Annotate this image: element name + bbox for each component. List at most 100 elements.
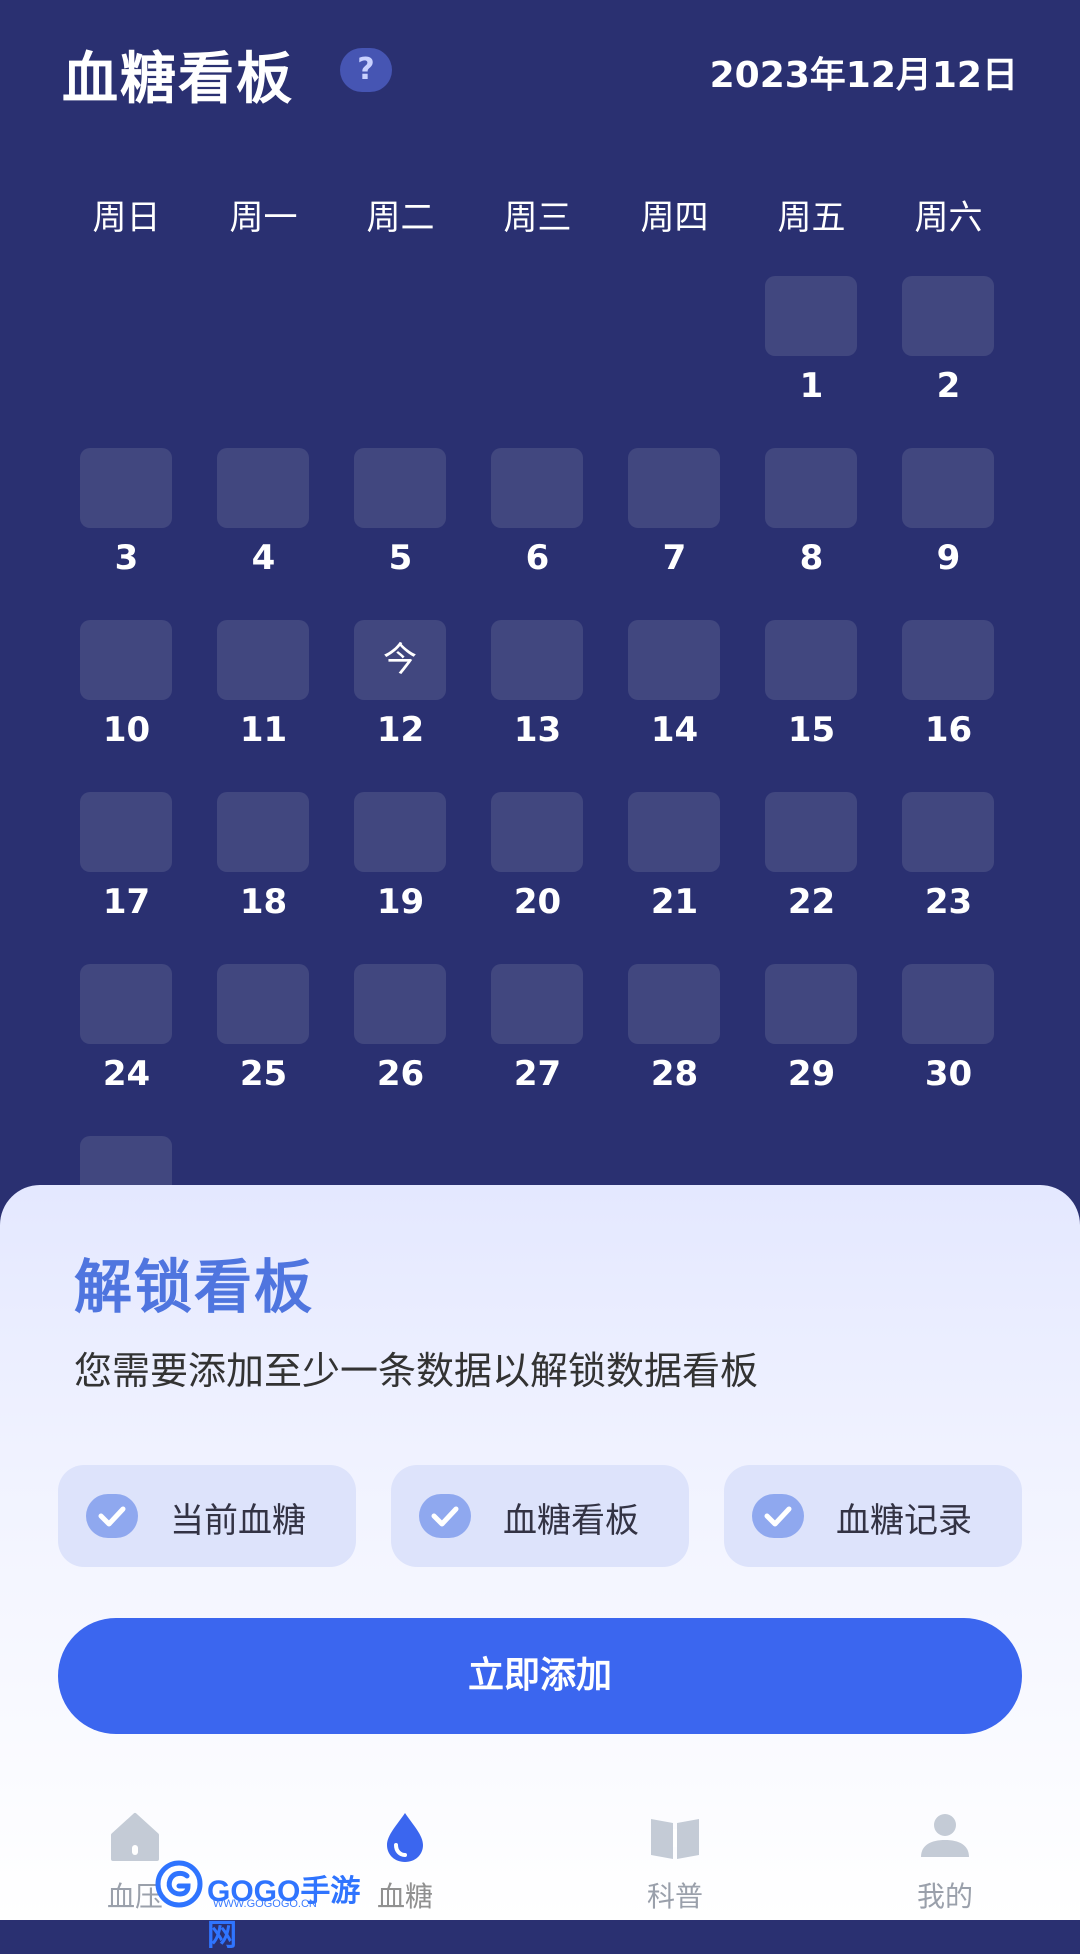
calendar-day[interactable]: 29	[743, 958, 880, 1128]
day-number: 14	[650, 710, 699, 750]
day-number: 26	[376, 1054, 425, 1094]
calendar-day[interactable]: 7	[606, 442, 743, 612]
unlock-title: 解锁看板	[74, 1253, 315, 1321]
day-indicator-box[interactable]	[628, 620, 720, 700]
day-number: 5	[388, 538, 413, 578]
add-now-button[interactable]: 立即添加	[58, 1618, 1022, 1734]
calendar-day[interactable]: 28	[606, 958, 743, 1128]
user-icon	[915, 1807, 975, 1867]
day-indicator-box[interactable]	[765, 448, 857, 528]
day-number: 29	[787, 1054, 836, 1094]
calendar-day[interactable]: 3	[58, 442, 195, 612]
day-indicator-box[interactable]	[902, 276, 994, 356]
tab-science[interactable]: 科普	[605, 1775, 745, 1920]
calendar-day[interactable]: 19	[332, 786, 469, 956]
check-circle-icon	[86, 1494, 138, 1538]
day-number: 13	[513, 710, 562, 750]
day-indicator-box[interactable]	[491, 448, 583, 528]
day-indicator-box[interactable]	[80, 448, 172, 528]
weekday-wed: 周三	[503, 198, 572, 238]
calendar-day[interactable]: 4	[195, 442, 332, 612]
calendar-day[interactable]: 今 12	[332, 614, 469, 784]
day-indicator-box[interactable]	[217, 964, 309, 1044]
calendar-day[interactable]: 11	[195, 614, 332, 784]
calendar-day[interactable]: 13	[469, 614, 606, 784]
day-indicator-box[interactable]	[628, 448, 720, 528]
day-indicator-box[interactable]	[354, 448, 446, 528]
day-indicator-box[interactable]	[80, 792, 172, 872]
calendar-day[interactable]: 27	[469, 958, 606, 1128]
day-indicator-box[interactable]	[491, 792, 583, 872]
day-number: 18	[239, 882, 288, 922]
calendar-day[interactable]: 5	[332, 442, 469, 612]
day-number: 12	[376, 710, 425, 750]
day-indicator-box[interactable]	[765, 964, 857, 1044]
watermark-text: GOGO手游网	[207, 1875, 361, 1952]
day-indicator-box[interactable]	[902, 620, 994, 700]
tab-label: 科普	[646, 1880, 703, 1913]
calendar-day[interactable]: 25	[195, 958, 332, 1128]
day-indicator-box[interactable]	[765, 620, 857, 700]
page-title: 血糖看板	[62, 47, 294, 112]
day-indicator-box[interactable]	[765, 276, 857, 356]
drop-icon	[375, 1807, 435, 1867]
calendar-day[interactable]: 15	[743, 614, 880, 784]
weekday-sat: 周六	[914, 198, 983, 238]
calendar-day[interactable]: 2	[880, 270, 1017, 440]
day-indicator-box[interactable]	[628, 964, 720, 1044]
tab-mine[interactable]: 我的	[875, 1775, 1015, 1920]
day-number: 1	[799, 366, 824, 406]
day-indicator-box[interactable]	[217, 448, 309, 528]
check-circle-icon	[752, 1494, 804, 1538]
day-number: 17	[102, 882, 151, 922]
day-indicator-box[interactable]	[217, 792, 309, 872]
calendar-day[interactable]: 23	[880, 786, 1017, 956]
calendar-day[interactable]: 26	[332, 958, 469, 1128]
day-number: 4	[251, 538, 276, 578]
day-indicator-box[interactable]	[354, 964, 446, 1044]
feature-label: 血糖记录	[836, 1501, 972, 1541]
calendar-day[interactable]: 20	[469, 786, 606, 956]
calendar-day[interactable]: 14	[606, 614, 743, 784]
question-icon[interactable]: ?	[340, 48, 392, 92]
calendar-day[interactable]: 22	[743, 786, 880, 956]
day-indicator-box[interactable]	[902, 964, 994, 1044]
calendar-grid: 1 2 3 4 5 6 7 8 9 10 11 今 12 13 14 15 16 17 18 19 20 21 22 23 24…	[58, 270, 1022, 1266]
weekday-thu: 周四	[640, 198, 709, 238]
feature-glucose-records: 血糖记录	[724, 1465, 1022, 1567]
calendar-day[interactable]: 10	[58, 614, 195, 784]
calendar-day[interactable]: 24	[58, 958, 195, 1128]
day-indicator-box[interactable]	[80, 620, 172, 700]
calendar-day[interactable]: 8	[743, 442, 880, 612]
weekday-mon: 周一	[229, 198, 298, 238]
day-indicator-box[interactable]: 今	[354, 620, 446, 700]
calendar-day[interactable]: 17	[58, 786, 195, 956]
day-number: 10	[102, 710, 151, 750]
calendar-day[interactable]: 9	[880, 442, 1017, 612]
calendar-day[interactable]: 6	[469, 442, 606, 612]
day-indicator-box[interactable]	[354, 792, 446, 872]
day-indicator-box[interactable]	[491, 964, 583, 1044]
watermark-g-icon	[155, 1860, 203, 1908]
current-date[interactable]: 2023年12月12日	[710, 46, 1018, 98]
feature-current-glucose: 当前血糖	[58, 1465, 356, 1567]
feature-list: 当前血糖 血糖看板 血糖记录	[58, 1465, 1022, 1567]
weekday-header: 周日 周一 周二 周三 周四 周五 周六	[58, 190, 1022, 240]
calendar-day[interactable]: 18	[195, 786, 332, 956]
home-icon	[105, 1807, 165, 1867]
day-indicator-box[interactable]	[902, 792, 994, 872]
day-number: 19	[376, 882, 425, 922]
day-indicator-box[interactable]	[217, 620, 309, 700]
day-number: 15	[787, 710, 836, 750]
day-indicator-box[interactable]	[80, 964, 172, 1044]
day-indicator-box[interactable]	[765, 792, 857, 872]
day-indicator-box[interactable]	[491, 620, 583, 700]
calendar-day[interactable]: 16	[880, 614, 1017, 784]
day-number: 23	[924, 882, 973, 922]
calendar-day[interactable]: 21	[606, 786, 743, 956]
day-number: 20	[513, 882, 562, 922]
day-indicator-box[interactable]	[628, 792, 720, 872]
calendar-day[interactable]: 1	[743, 270, 880, 440]
day-indicator-box[interactable]	[902, 448, 994, 528]
calendar-day[interactable]: 30	[880, 958, 1017, 1128]
